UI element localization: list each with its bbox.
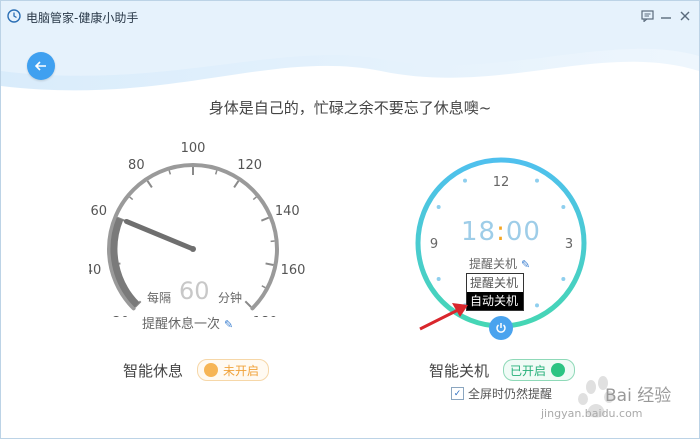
clock-app-icon <box>7 9 21 23</box>
window-title: 电脑管家-健康小助手 <box>26 11 139 25</box>
gauge-needle <box>123 218 196 252</box>
clock-number-3: 3 <box>565 237 573 252</box>
rest-interval-unit: 分钟 <box>218 291 243 305</box>
gauge-tick-label: 160 <box>281 263 306 278</box>
power-icon <box>496 323 506 333</box>
red-arrow-annotation <box>419 303 468 331</box>
watermark-brand: Bai 经验 <box>605 386 672 406</box>
menu-item-remind-shutdown[interactable]: 提醒关机 <box>467 274 523 292</box>
gauge-tick <box>244 300 252 308</box>
gauge-tick <box>233 180 240 189</box>
gauge-tick <box>260 216 270 222</box>
gauge-tick <box>146 180 153 189</box>
title-bar: 电脑管家-健康小助手 <box>1 1 699 33</box>
gauge-needle-hub <box>190 246 196 252</box>
shutdown-time-hours: 18 <box>461 217 497 247</box>
back-button[interactable] <box>27 52 55 80</box>
shutdown-time-minutes: 00 <box>505 217 541 247</box>
gauge-tick-label: 40 <box>89 263 101 278</box>
rest-remind-label: 提醒休息一次 <box>142 317 221 332</box>
rest-remind-link[interactable]: 提醒休息一次 ✎ <box>142 313 233 332</box>
gauge-tick <box>214 170 218 175</box>
gauge-tick <box>261 285 266 289</box>
shutdown-time-display[interactable]: 18:00 <box>461 217 541 247</box>
close-icon[interactable] <box>677 8 693 24</box>
gauge-tick <box>168 170 172 175</box>
clock-hour-dot <box>561 205 566 209</box>
shutdown-mode-select[interactable]: 提醒关机 ✎ <box>469 255 530 272</box>
rest-interval-value[interactable]: 60 <box>179 277 210 305</box>
fullscreen-reminder-checkbox[interactable]: ✓ <box>451 387 464 400</box>
fullscreen-reminder-label: 全屏时仍然提醒 <box>468 387 553 401</box>
minimize-icon[interactable] <box>658 8 674 24</box>
gauge-tick-label: 120 <box>237 158 262 173</box>
pencil-icon: ✎ <box>224 318 234 331</box>
gauge-tick-label: 60 <box>90 204 107 219</box>
gauge-tick <box>252 196 257 201</box>
clock-number-9: 9 <box>430 237 438 252</box>
gauge-tick <box>265 262 274 266</box>
fullscreen-reminder-option[interactable]: ✓ 全屏时仍然提醒 <box>451 385 552 402</box>
smart-shutdown-toggle-label: 已开启 <box>510 363 547 378</box>
slogan-text: 身体是自己的，忙碌之余不要忘了休息噢~ <box>208 99 492 117</box>
clock-hour-dot <box>561 277 566 281</box>
app-window: 电脑管家-健康小助手 身体是自己的，忙碌之余不要忘了休息噢~ 20 40 60 80 1… <box>0 0 700 439</box>
feedback-icon[interactable] <box>639 8 655 24</box>
clock-number-12: 12 <box>493 175 510 190</box>
watermark-url: jingyan.baidu.com <box>541 407 643 420</box>
gauge-tick-label: 80 <box>128 158 145 173</box>
smart-rest-label: 智能休息 <box>123 362 184 380</box>
gauge-tick-label: 100 <box>181 141 206 156</box>
smart-rest-toggle-label: 未开启 <box>223 363 260 378</box>
power-button[interactable] <box>489 316 513 340</box>
smart-shutdown-label: 智能关机 <box>429 362 490 380</box>
shutdown-mode-label: 提醒关机 <box>469 257 518 271</box>
gauge-tick-label: 180 <box>253 315 278 317</box>
shutdown-time-separator: : <box>496 217 506 247</box>
clock-hour-dot <box>535 178 539 183</box>
clock-hour-dot <box>535 303 539 308</box>
rest-every-label: 每隔 <box>147 291 172 305</box>
gauge-tick-label: 140 <box>275 204 300 219</box>
gauge-tick-label: 20 <box>113 315 130 317</box>
arrow-left-icon <box>35 61 46 71</box>
clock-hour-dot <box>463 178 467 183</box>
clock-hour-dot <box>436 277 441 281</box>
clock-hour-dot <box>436 205 441 209</box>
gauge-tick <box>129 196 134 201</box>
smart-rest-toggle[interactable]: 未开启 <box>197 359 269 381</box>
pencil-icon: ✎ <box>521 258 531 271</box>
gauge-active-arc <box>110 217 140 308</box>
toggle-knob <box>204 363 218 377</box>
